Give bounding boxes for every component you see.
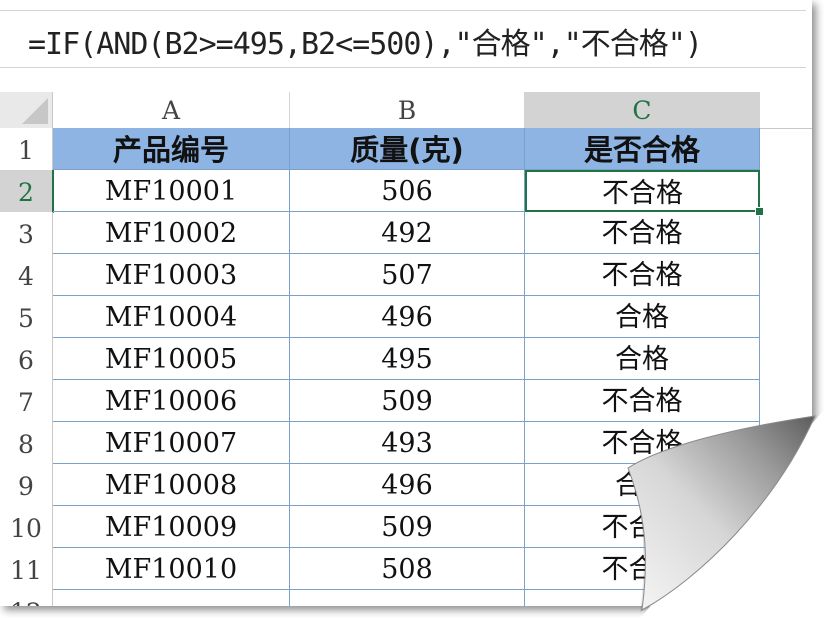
table-cell[interactable] bbox=[525, 590, 760, 606]
table-cell[interactable]: MF10005 bbox=[53, 338, 290, 380]
table-cell[interactable]: 495 bbox=[290, 338, 525, 380]
table-cell[interactable]: 496 bbox=[290, 464, 525, 506]
table-cell[interactable] bbox=[53, 590, 290, 606]
row-header-4[interactable]: 4 bbox=[0, 254, 53, 297]
row-header-1[interactable]: 1 bbox=[0, 128, 53, 171]
row-header-12[interactable]: 12 bbox=[0, 590, 53, 606]
row-header-7[interactable]: 7 bbox=[0, 380, 53, 423]
table-cell[interactable]: 493 bbox=[290, 422, 525, 464]
table-cell[interactable]: MF10010 bbox=[53, 548, 290, 590]
row-header-10[interactable]: 10 bbox=[0, 506, 53, 549]
row-header-8[interactable]: 8 bbox=[0, 422, 53, 465]
table-header-cell[interactable]: 质量(克) bbox=[290, 128, 525, 170]
table-cell[interactable]: 506 bbox=[290, 170, 525, 212]
row-header-11[interactable]: 11 bbox=[0, 548, 53, 591]
table-cell[interactable]: MF10003 bbox=[53, 254, 290, 296]
table-cell[interactable]: MF10006 bbox=[53, 380, 290, 422]
table-cell[interactable]: 不合格 bbox=[525, 548, 760, 590]
table-cell[interactable]: MF10002 bbox=[53, 212, 290, 254]
row-header-5[interactable]: 5 bbox=[0, 296, 53, 339]
table-cell[interactable]: 合格 bbox=[525, 296, 760, 338]
table-cell[interactable]: MF10008 bbox=[53, 464, 290, 506]
row-header-2[interactable]: 2 bbox=[0, 170, 54, 213]
table-cell[interactable]: MF10001 bbox=[53, 170, 290, 212]
table-cell[interactable]: MF10009 bbox=[53, 506, 290, 548]
table-cell[interactable]: 492 bbox=[290, 212, 525, 254]
row-header-9[interactable]: 9 bbox=[0, 464, 53, 507]
row-header-3[interactable]: 3 bbox=[0, 212, 53, 255]
table-cell[interactable]: 不合格 bbox=[525, 506, 760, 548]
select-all-corner[interactable] bbox=[0, 92, 53, 129]
table-cell[interactable]: 不合格 bbox=[525, 212, 760, 254]
table-cell[interactable]: 508 bbox=[290, 548, 525, 590]
fill-handle[interactable] bbox=[755, 207, 764, 216]
active-cell[interactable]: 不合格 bbox=[525, 170, 760, 212]
column-header-d[interactable] bbox=[760, 92, 812, 129]
spreadsheet-page: =IF(AND(B2>=495,B2<=500),"合格","不合格") A B… bbox=[0, 0, 812, 606]
select-all-triangle-icon bbox=[22, 98, 48, 124]
table-cell[interactable]: 496 bbox=[290, 296, 525, 338]
table-cell[interactable]: MF10007 bbox=[53, 422, 290, 464]
table-cell[interactable]: 不合格 bbox=[525, 254, 760, 296]
table-cell[interactable]: 507 bbox=[290, 254, 525, 296]
column-header-a[interactable]: A bbox=[53, 92, 290, 129]
table-cell[interactable]: 不合格 bbox=[525, 422, 760, 464]
table-cell[interactable]: 合格 bbox=[525, 338, 760, 380]
table-cell[interactable]: MF10004 bbox=[53, 296, 290, 338]
table-cell[interactable]: 509 bbox=[290, 506, 525, 548]
column-header-b[interactable]: B bbox=[290, 92, 525, 129]
formula-bar[interactable]: =IF(AND(B2>=495,B2<=500),"合格","不合格") bbox=[0, 10, 806, 68]
table-cell[interactable]: 不合格 bbox=[525, 380, 760, 422]
table-cell[interactable] bbox=[290, 590, 525, 606]
table-header-cell[interactable]: 产品编号 bbox=[53, 128, 290, 170]
formula-text[interactable]: =IF(AND(B2>=495,B2<=500),"合格","不合格") bbox=[28, 19, 703, 63]
row-header-6[interactable]: 6 bbox=[0, 338, 53, 381]
table-cell[interactable]: 合格 bbox=[525, 464, 760, 506]
table-header-cell[interactable]: 是否合格 bbox=[525, 128, 760, 170]
table-cell[interactable]: 509 bbox=[290, 380, 525, 422]
column-header-c[interactable]: C bbox=[525, 92, 760, 130]
